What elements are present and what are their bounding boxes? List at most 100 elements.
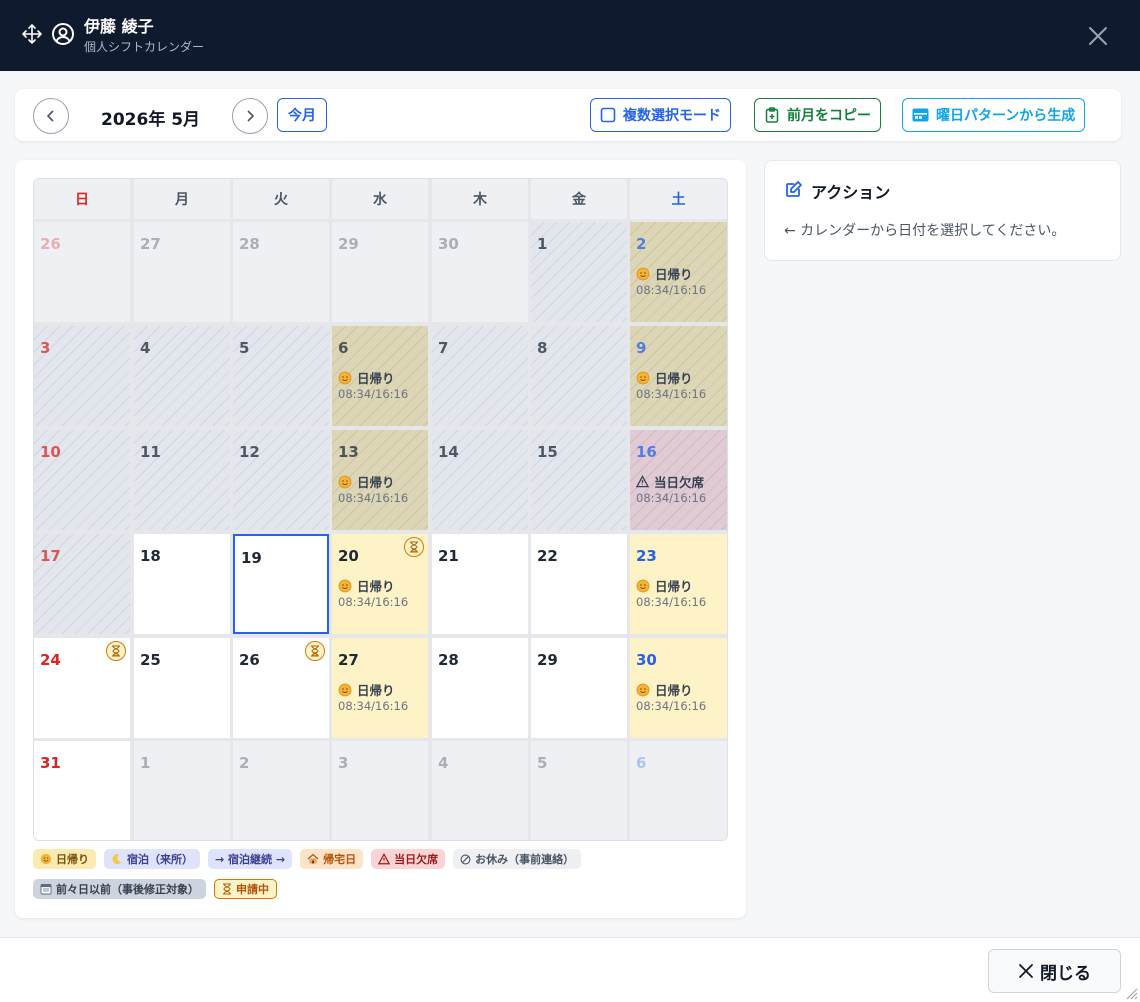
calendar-day-cell[interactable]: 19 — [233, 534, 329, 634]
calendar-day-cell[interactable]: 2 日帰り 08:34/16:16 — [630, 222, 727, 322]
shift-time: 08:34/16:16 — [636, 491, 707, 505]
calendar-day-cell[interactable]: 13 日帰り 08:34/16:16 — [332, 430, 428, 530]
legend-label: 日帰り — [56, 853, 89, 866]
day-number: 10 — [40, 443, 61, 461]
day-number: 5 — [537, 754, 548, 772]
day-number: 18 — [140, 547, 161, 565]
calendar-day-cell[interactable]: 12 — [233, 430, 329, 530]
multi-select-mode-button[interactable]: 複数選択モード — [590, 98, 731, 132]
day-number: 1 — [140, 754, 151, 772]
legend-item: → 宿泊継続 → — [208, 849, 293, 869]
day-number: 4 — [438, 754, 449, 772]
sun-face-icon — [636, 579, 650, 593]
day-number: 2 — [239, 754, 250, 772]
shift-event: 日帰り — [636, 680, 693, 699]
calendar-day-cell[interactable]: 28 — [432, 638, 528, 738]
day-number: 3 — [40, 339, 51, 357]
sun-face-icon — [636, 683, 650, 697]
move-icon[interactable] — [20, 22, 44, 46]
pending-hourglass-icon — [404, 537, 424, 557]
sun-face-icon — [636, 267, 650, 281]
day-number: 4 — [140, 339, 151, 357]
day-number: 28 — [438, 651, 459, 669]
shift-event-label: 当日欠席 — [654, 475, 705, 490]
calendar-day-cell[interactable]: 22 — [531, 534, 627, 634]
user-name: 伊藤 綾子 — [84, 17, 154, 36]
calendar-day-cell[interactable]: 27 日帰り 08:34/16:16 — [332, 638, 428, 738]
shift-event: 当日欠席 — [636, 472, 704, 491]
next-month-button[interactable] — [232, 98, 268, 134]
calendar-day-cell[interactable]: 9 日帰り 08:34/16:16 — [630, 326, 727, 426]
calendar-day-cell[interactable]: 20 日帰り 08:34/16:16 — [332, 534, 428, 634]
calendar-day-cell[interactable]: 14 — [432, 430, 528, 530]
day-number: 28 — [239, 235, 260, 253]
calendar-day-cell: 30 — [432, 222, 528, 322]
calendar-day-cell[interactable]: 11 — [134, 430, 230, 530]
generate-from-pattern-button[interactable]: 曜日パターンから生成 — [902, 98, 1086, 132]
action-panel: アクション ← カレンダーから日付を選択してください。 — [764, 160, 1121, 261]
calendar-day-cell[interactable]: 15 — [531, 430, 627, 530]
hourglass-icon — [222, 883, 232, 895]
calendar-day-cell[interactable]: 5 — [233, 326, 329, 426]
calendar-day-cell[interactable]: 31 — [34, 741, 130, 840]
calendar-day-cell[interactable]: 24 — [34, 638, 130, 738]
legend-label: 宿泊（来所） — [127, 853, 193, 866]
calendar-day-cell: 4 — [432, 741, 528, 840]
calendar-day-cell[interactable]: 16 当日欠席 08:34/16:16 — [630, 430, 727, 530]
calendar-day-cell[interactable]: 17 — [34, 534, 130, 634]
calendar-day-cell[interactable]: 25 — [134, 638, 230, 738]
calendar-day-cell[interactable]: 6 日帰り 08:34/16:16 — [332, 326, 428, 426]
pending-hourglass-icon — [305, 641, 325, 661]
close-icon[interactable] — [1086, 24, 1110, 48]
month-label: 2026年 5月 — [101, 110, 201, 130]
calendar-day-cell[interactable]: 7 — [432, 326, 528, 426]
legend-label: お休み（事前連絡） — [475, 853, 575, 866]
calendar-day-cell[interactable]: 21 — [432, 534, 528, 634]
shift-event-label: 日帰り — [655, 267, 693, 282]
shift-event: 日帰り — [338, 576, 395, 595]
copy-previous-month-button[interactable]: 前月をコピー — [754, 98, 881, 132]
day-number: 5 — [239, 339, 250, 357]
day-number: 16 — [636, 443, 657, 461]
window-titlebar: 伊藤 綾子 個人シフトカレンダー — [0, 0, 1140, 71]
day-number: 26 — [40, 235, 61, 253]
calendar-day-cell: 27 — [134, 222, 230, 322]
calendar-day-cell[interactable]: 23 日帰り 08:34/16:16 — [630, 534, 727, 634]
calendar-icon — [40, 883, 52, 895]
edit-icon — [786, 181, 802, 197]
resize-handle-icon[interactable] — [1124, 986, 1138, 1000]
close-button[interactable]: 閉じる — [988, 949, 1121, 993]
weekday-header-sun: 日 — [34, 179, 130, 219]
calendar-day-cell[interactable]: 4 — [134, 326, 230, 426]
warning-icon — [378, 853, 391, 865]
calendar-day-cell[interactable]: 26 — [233, 638, 329, 738]
legend-item: 帰宅日 — [300, 849, 364, 869]
this-month-button[interactable]: 今月 — [277, 98, 327, 132]
day-number: 19 — [241, 549, 262, 567]
chevron-left-icon — [46, 110, 54, 122]
shift-event: 日帰り — [338, 472, 395, 491]
close-label: 閉じる — [1040, 963, 1091, 984]
calendar-day-cell[interactable]: 10 — [34, 430, 130, 530]
weekday-header-tue: 火 — [233, 179, 329, 219]
legend-label: 申請中 — [236, 883, 269, 896]
multi-select-label: 複数選択モード — [623, 108, 721, 124]
calendar-day-cell[interactable]: 8 — [531, 326, 627, 426]
dialog-footer: 閉じる — [0, 937, 1140, 1002]
shift-time: 08:34/16:16 — [338, 491, 409, 505]
shift-event: 日帰り — [636, 368, 693, 387]
weekday-header-wed: 水 — [332, 179, 428, 219]
calendar-day-cell[interactable]: 30 日帰り 08:34/16:16 — [630, 638, 727, 738]
pending-hourglass-icon — [106, 641, 126, 661]
legend-row-2: 前々日以前（事後修正対象） 申請中 — [33, 879, 277, 899]
clipboard-icon — [765, 107, 779, 123]
calendar-day-cell[interactable]: 18 — [134, 534, 230, 634]
calendar-day-cell[interactable]: 3 — [34, 326, 130, 426]
calendar-day-cell[interactable]: 29 — [531, 638, 627, 738]
sun-face-icon — [338, 371, 352, 385]
calendar-day-cell[interactable]: 1 — [531, 222, 627, 322]
day-number: 21 — [438, 547, 459, 565]
prev-month-button[interactable] — [33, 98, 69, 134]
calendar-day-cell: 5 — [531, 741, 627, 840]
calendar-day-cell: 3 — [332, 741, 428, 840]
